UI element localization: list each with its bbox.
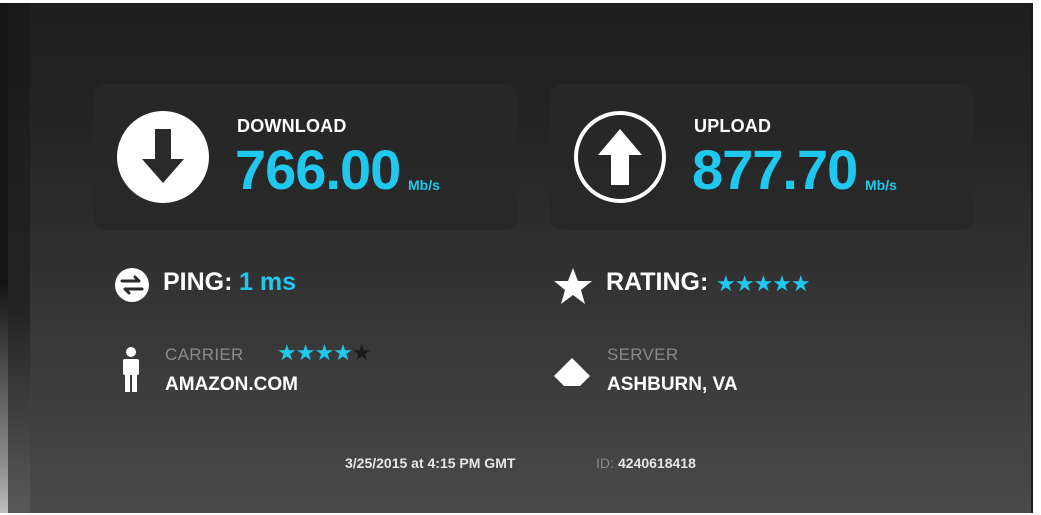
server-value: ASHBURN, VA — [607, 374, 738, 395]
download-value: 766.00 — [235, 138, 401, 201]
carrier-value: AMAZON.COM — [165, 374, 298, 395]
ping-arrows-icon — [115, 268, 149, 302]
person-icon — [123, 347, 139, 392]
carrier-label: CARRIER — [165, 345, 244, 364]
upload-value: 877.70 — [692, 138, 858, 201]
download-unit: Mb/s — [408, 177, 440, 193]
arrow-up-circle-icon — [574, 111, 666, 203]
star-icon — [554, 268, 592, 304]
carrier-stars: ★★★★★ — [277, 340, 372, 366]
upload-label: UPLOAD — [694, 116, 772, 136]
server-marker-icon — [554, 358, 590, 386]
arrow-down-circle-icon — [117, 111, 209, 203]
server-label: SERVER — [607, 345, 679, 364]
upload-unit: Mb/s — [865, 177, 897, 193]
download-label: DOWNLOAD — [237, 116, 347, 136]
rating-stars: ★★★★★ — [716, 271, 811, 296]
result-id-label: ID: — [596, 455, 614, 471]
ping-value: 1 ms — [239, 268, 296, 296]
result-timestamp: 3/25/2015 at 4:15 PM GMT — [345, 455, 516, 471]
carrier-stars-empty: ★ — [351, 340, 372, 365]
window-right-edge — [1031, 0, 1041, 515]
speedtest-result-card: DOWNLOAD 766.00 Mb/s UPLOAD 877.70 Mb/s … — [0, 0, 1041, 515]
download-panel: DOWNLOAD 766.00 Mb/s — [93, 84, 518, 230]
rating-label: RATING: — [606, 268, 709, 296]
result-id-value: 4240618418 — [618, 455, 696, 471]
ping-label: PING: — [163, 268, 233, 296]
upload-panel: UPLOAD 877.70 Mb/s — [550, 84, 974, 230]
window-left-edge — [0, 0, 30, 515]
carrier-stars-filled: ★★★★ — [277, 340, 353, 365]
